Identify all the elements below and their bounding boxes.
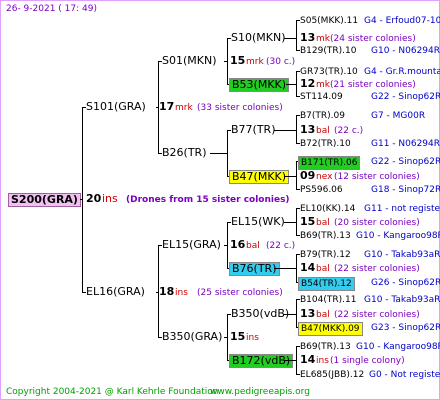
- g4-colony[interactable]: EL685(JBB).12: [300, 369, 364, 381]
- g3-info-note: (1 single colony): [330, 356, 405, 366]
- g3-info-suffix: ins: [316, 356, 329, 366]
- root-number: 20: [86, 192, 102, 205]
- g3-colony[interactable]: B47(MKK): [229, 170, 290, 184]
- g4-code: G10 - Kangaroo98R: [356, 231, 440, 241]
- g4-code: G11 - not registe: [364, 204, 440, 214]
- g4-code: G4 - Gr.R.mounta: [364, 67, 440, 77]
- g3-colony[interactable]: B172(vdB): [229, 354, 294, 368]
- g3-info-number: 13: [300, 307, 316, 320]
- g4-code: G10 - Takab93aR: [364, 295, 440, 305]
- g3-info-number: 13: [300, 31, 316, 44]
- parent-number: 18: [159, 285, 175, 298]
- root-note: (Drones from 15 sister colonies): [126, 195, 290, 205]
- g3-info-suffix: nex: [316, 172, 333, 182]
- g4-colony[interactable]: ST114.09: [300, 91, 343, 103]
- g3-info-note: (22 sister colonies): [334, 310, 420, 320]
- g3-info-suffix: bal: [316, 264, 330, 274]
- g3-info-suffix: bal: [316, 126, 330, 136]
- g3-info-note: (22 sister colonies): [334, 264, 420, 274]
- g4-code: G18 - Sinop72R: [371, 185, 440, 195]
- g3-info-number: 14: [300, 353, 316, 366]
- g3-colony[interactable]: B77(TR): [231, 124, 276, 136]
- g4-colony[interactable]: B69(TR).13: [300, 230, 351, 242]
- parent-colony[interactable]: EL16(GRA): [86, 286, 145, 298]
- g3-colony[interactable]: B350(vdB): [231, 308, 289, 320]
- parent-number: 17: [159, 100, 175, 113]
- grandparent-colony[interactable]: EL15(GRA): [162, 239, 221, 251]
- parent-suffix: ins: [175, 288, 188, 298]
- grandparent-suffix: ins: [246, 333, 259, 343]
- timestamp: 26- 9-2021 ( 17: 49): [6, 4, 97, 14]
- g4-code: G0 - Not registe: [369, 370, 440, 380]
- footer-copyright: Copyright 2004-2021 @ Karl Kehrle Founda…: [6, 387, 219, 397]
- root-colony[interactable]: S200(GRA): [8, 193, 81, 207]
- g3-suffix: mrk: [246, 57, 264, 67]
- g3-number: 15: [230, 54, 246, 67]
- g4-code: G26 - Sinop62R: [371, 278, 440, 288]
- g4-colony[interactable]: PS596.06: [300, 184, 343, 196]
- parent-colony[interactable]: S101(GRA): [86, 101, 146, 113]
- g4-code: G10 - N06294R: [371, 46, 440, 56]
- g4-code: G22 - Sinop62R: [371, 92, 440, 102]
- g4-colony[interactable]: B104(TR).11: [300, 294, 356, 306]
- parent-suffix: mrk: [175, 103, 193, 113]
- g4-code: G23 - Sinop62R: [371, 323, 440, 333]
- grandparent-colony[interactable]: B350(GRA): [162, 331, 222, 343]
- g4-colony[interactable]: B79(TR).12: [300, 249, 351, 261]
- g3-colony[interactable]: S10(MKN): [231, 32, 286, 44]
- g4-code: G22 - Sinop62R: [371, 157, 440, 167]
- g3-info-note: (12 sister colonies): [334, 172, 420, 182]
- grandparent-note: (22 c.): [266, 241, 296, 251]
- g3-info-note: (24 sister colonies): [330, 34, 416, 44]
- footer-site-link[interactable]: www.pedigreeapis.org: [210, 386, 310, 398]
- g4-colony[interactable]: B7(TR).09: [300, 110, 345, 122]
- root-suffix: ins: [102, 192, 118, 205]
- g4-colony[interactable]: B171(TR).06: [298, 156, 361, 170]
- g3-info-note: (21 sister colonies): [330, 80, 416, 90]
- g4-code: G10 - Kangaroo98R: [356, 342, 440, 352]
- g3-info-suffix: mk: [316, 80, 330, 90]
- grandparent-number: 16: [230, 238, 246, 251]
- grandparent-number: 15: [230, 330, 246, 343]
- g3-info-suffix: bal: [316, 218, 330, 228]
- grandparent-colony[interactable]: S01(MKN): [162, 55, 217, 67]
- g4-colony[interactable]: GR73(TR).10: [300, 66, 358, 78]
- g4-colony[interactable]: S05(MKK).11: [300, 15, 358, 27]
- g3-colony[interactable]: EL15(WK): [231, 216, 285, 228]
- g3-info-suffix: bal: [316, 310, 330, 320]
- g3-info-note: (22 c.): [334, 126, 364, 136]
- g3-info-number: 12: [300, 77, 316, 90]
- g4-code: G4 - Erfoud07-10: [364, 16, 440, 26]
- parent-note: (25 sister colonies): [197, 288, 283, 298]
- g3-info-number: 13: [300, 123, 316, 136]
- grandparent-colony[interactable]: B26(TR): [162, 147, 207, 159]
- g4-colony[interactable]: B69(TR).13: [300, 341, 351, 353]
- g4-code: G11 - N06294R: [371, 139, 440, 149]
- g3-info-note: (20 sister colonies): [334, 218, 420, 228]
- g3-colony[interactable]: B76(TR): [229, 262, 280, 276]
- g3-colony[interactable]: B53(MKK): [229, 78, 290, 92]
- g4-code: G10 - Takab93aR: [364, 250, 440, 260]
- grandparent-suffix: bal: [246, 241, 260, 251]
- g3-info-suffix: mk: [316, 34, 330, 44]
- g3-info-number: 09: [300, 169, 316, 182]
- g3-info-number: 15: [300, 215, 316, 228]
- g4-colony[interactable]: B129(TR).10: [300, 45, 356, 57]
- g4-colony[interactable]: B54(TR).12: [298, 277, 355, 291]
- parent-note: (33 sister colonies): [197, 103, 283, 113]
- g3-note: (30 c.): [266, 57, 296, 67]
- g4-colony[interactable]: B72(TR).10: [300, 138, 351, 150]
- g4-colony[interactable]: EL10(KK).14: [300, 203, 355, 215]
- g4-code: G7 - MG00R: [371, 111, 426, 121]
- g4-colony[interactable]: B47(MKK).09: [298, 322, 363, 336]
- g3-info-number: 14: [300, 261, 316, 274]
